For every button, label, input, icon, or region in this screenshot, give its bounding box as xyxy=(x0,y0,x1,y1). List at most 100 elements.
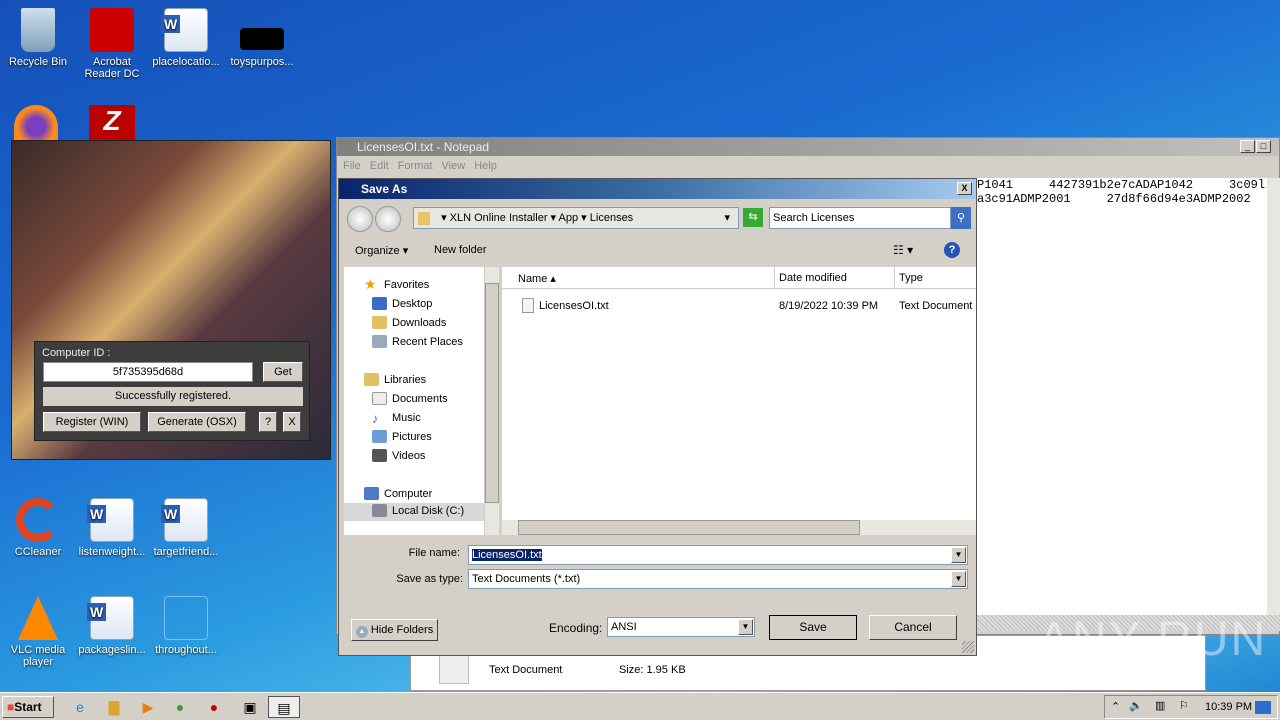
desktop-icon-placelocation[interactable]: placelocatio... xyxy=(148,8,224,68)
computer-icon xyxy=(364,487,379,500)
nav-videos[interactable]: Videos xyxy=(372,448,425,464)
search-icon[interactable]: ⚲ xyxy=(951,207,971,229)
address-bar[interactable]: ▾ XLN Online Installer ▾ App ▾ Licenses … xyxy=(413,207,739,229)
encoding-select[interactable]: ANSI ▼ xyxy=(607,617,755,637)
show-hidden-icons[interactable]: ⌃ xyxy=(1111,700,1120,713)
clock[interactable]: 10:39 PM xyxy=(1205,701,1252,713)
generate-osx-button[interactable]: Generate (OSX) xyxy=(148,412,246,432)
help-icon[interactable]: ? xyxy=(944,242,960,258)
file-name-value: LicensesOI.txt xyxy=(472,549,542,561)
address-dropdown[interactable]: ▾ xyxy=(724,208,730,228)
new-folder-button[interactable]: New folder xyxy=(434,244,487,256)
desktop-icon-listenweight[interactable]: listenweight... xyxy=(74,498,150,558)
chrome-icon[interactable]: ● xyxy=(164,696,196,718)
file-list-hscrollbar[interactable] xyxy=(502,520,976,535)
save-as-dialog: Save As X ▾ XLN Online Installer ▾ App ▾… xyxy=(338,178,977,656)
minimize-button[interactable]: _ xyxy=(1240,140,1255,153)
text-line: a3c91ADMP2001 27d8f66d94e3ADMP2002 xyxy=(977,192,1251,206)
dialog-title: Save As xyxy=(361,182,408,196)
computer-id-field[interactable]: 5f735395d68d xyxy=(43,362,253,382)
search-input[interactable]: Search Licenses xyxy=(769,207,951,229)
refresh-icon[interactable]: ⇆ xyxy=(743,208,763,227)
nav-pictures[interactable]: Pictures xyxy=(372,429,432,445)
desktop-icon-targetfriend[interactable]: targetfriend... xyxy=(148,498,224,558)
pictures-icon xyxy=(372,430,387,443)
nav-libraries[interactable]: Libraries xyxy=(364,372,426,388)
desktop-icon-vlc[interactable]: VLC media player xyxy=(0,596,76,668)
show-desktop-icon[interactable] xyxy=(1255,701,1271,714)
desktop-icon-ccleaner[interactable]: CCleaner xyxy=(0,498,76,558)
ie-icon[interactable]: e xyxy=(64,696,96,718)
save-button[interactable]: Save xyxy=(769,615,857,640)
nav-desktop[interactable]: Desktop xyxy=(372,296,432,312)
notepad-taskbar-icon[interactable]: ▤ xyxy=(268,696,300,718)
nav-documents[interactable]: Documents xyxy=(372,391,448,407)
back-button[interactable] xyxy=(347,206,373,232)
system-tray: ⌃ 🔈 ▥ ⚐ 10:39 PM xyxy=(1104,695,1278,719)
start-button[interactable]: ■Start xyxy=(2,696,54,718)
dialog-close-button[interactable]: X xyxy=(957,182,972,195)
recycle-bin-icon xyxy=(21,8,55,52)
file-name-dropdown[interactable]: ▼ xyxy=(951,547,966,563)
file-date: 8/19/2022 10:39 PM xyxy=(779,300,879,312)
organize-button[interactable]: Organize ▾ xyxy=(355,244,408,257)
save-type-select[interactable]: Text Documents (*.txt) ▼ xyxy=(468,569,968,589)
column-date-modified[interactable]: Date modified xyxy=(779,272,847,284)
opera-icon[interactable]: ● xyxy=(198,696,230,718)
filezilla-icon[interactable]: Z xyxy=(89,105,135,141)
desktop-icon-recycle-bin[interactable]: Recycle Bin xyxy=(0,8,76,68)
maximize-button[interactable]: □ xyxy=(1256,140,1271,153)
action-center-flag-icon[interactable]: ⚐ xyxy=(1179,699,1189,712)
file-name: LicensesOI.txt xyxy=(539,300,609,312)
file-name-input[interactable]: LicensesOI.txt ▼ xyxy=(468,545,968,565)
menu-view[interactable]: View xyxy=(442,160,466,172)
nav-favorites[interactable]: ★ Favorites xyxy=(364,277,429,293)
file-row[interactable]: LicensesOI.txt 8/19/2022 10:39 PM Text D… xyxy=(502,297,976,315)
keygen-close-button[interactable]: X xyxy=(283,412,301,432)
nav-local-disk[interactable]: Local Disk (C:) xyxy=(344,503,484,521)
column-type[interactable]: Type xyxy=(899,272,923,284)
cancel-button[interactable]: Cancel xyxy=(869,615,957,640)
nav-downloads[interactable]: Downloads xyxy=(372,315,446,331)
get-button[interactable]: Get xyxy=(263,362,303,382)
breadcrumb-app[interactable]: App xyxy=(559,212,579,224)
navigation-pane: ★ Favorites Desktop Downloads Recent Plac… xyxy=(344,267,484,535)
menu-edit[interactable]: Edit xyxy=(370,160,389,172)
view-options-icon[interactable]: ☷ ▾ xyxy=(893,243,913,257)
firefox-icon[interactable] xyxy=(14,105,58,141)
column-name[interactable]: Name ▴ xyxy=(518,272,556,285)
resize-grip[interactable] xyxy=(962,641,974,653)
network-warning-icon[interactable]: ▥ xyxy=(1155,699,1165,712)
breadcrumb-xln[interactable]: XLN Online Installer xyxy=(450,212,548,224)
nav-music[interactable]: ♪ Music xyxy=(372,410,421,426)
status-text: Successfully registered. xyxy=(43,387,303,406)
text-area[interactable]: P1041 4427391b2e7cADAP1042 3c09l a3c91AD… xyxy=(977,178,1267,615)
notepad-title: LicensesOI.txt - Notepad xyxy=(357,140,490,154)
menu-help[interactable]: Help xyxy=(474,160,497,172)
acrobat-icon xyxy=(90,8,134,52)
save-as-title-bar: Save As X xyxy=(339,179,976,199)
recent-places-icon xyxy=(372,335,387,348)
app-window-icon[interactable]: ▣ xyxy=(234,696,266,718)
explorer-icon[interactable]: ▇ xyxy=(98,696,130,718)
desktop-icon-toyspurpose[interactable]: toyspurpos... xyxy=(224,8,300,68)
nav-recent-places[interactable]: Recent Places xyxy=(372,334,463,350)
vertical-scrollbar[interactable] xyxy=(1267,178,1280,615)
save-type-dropdown[interactable]: ▼ xyxy=(951,571,966,587)
menu-file[interactable]: File xyxy=(343,160,361,172)
hide-folders-button[interactable]: ▲ Hide Folders xyxy=(351,619,438,641)
nav-scrollbar[interactable] xyxy=(484,267,499,535)
forward-button[interactable] xyxy=(375,206,401,232)
keygen-panel: Computer ID : 5f735395d68d Get Successfu… xyxy=(34,341,310,441)
nav-computer[interactable]: Computer xyxy=(364,486,432,502)
desktop-icon-throughout[interactable]: throughout... xyxy=(148,596,224,656)
desktop-icon-packageslin[interactable]: packageslin... xyxy=(74,596,150,656)
desktop-icon xyxy=(372,297,387,310)
media-player-icon[interactable]: ▶ xyxy=(132,696,164,718)
register-win-button[interactable]: Register (WIN) xyxy=(43,412,141,432)
breadcrumb-licenses[interactable]: Licenses xyxy=(590,212,633,224)
help-button[interactable]: ? xyxy=(259,412,277,432)
volume-icon[interactable]: 🔈 xyxy=(1129,699,1143,712)
menu-format[interactable]: Format xyxy=(398,160,433,172)
desktop-icon-acrobat[interactable]: Acrobat Reader DC xyxy=(74,8,150,80)
